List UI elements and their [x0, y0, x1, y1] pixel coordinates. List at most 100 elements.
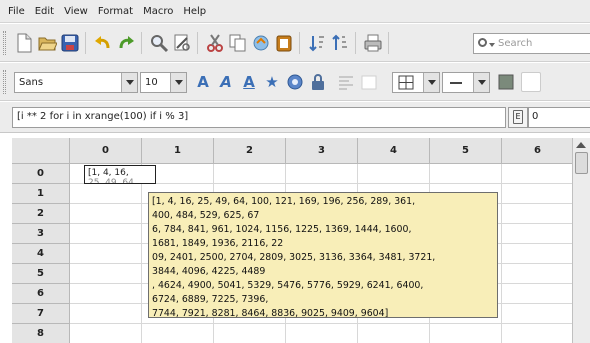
save-icon[interactable]: [60, 33, 80, 53]
align-left-icon[interactable]: [336, 72, 356, 92]
tooltip-line: 3844, 4096, 4225, 4489: [152, 266, 266, 277]
sort-ascending-icon[interactable]: [307, 33, 327, 53]
vertical-scrollbar[interactable]: [572, 138, 590, 343]
new-icon[interactable]: [14, 33, 34, 53]
toolbar-separator: [355, 32, 356, 54]
grid-cell[interactable]: [70, 244, 142, 264]
grid-corner[interactable]: [12, 138, 70, 164]
column-header[interactable]: 1: [142, 138, 214, 164]
line-style-select[interactable]: [442, 72, 490, 93]
toolbar-separator: [141, 32, 142, 54]
grid-cell[interactable]: [502, 184, 572, 204]
menu-macro[interactable]: Macro: [138, 6, 178, 17]
active-cell-text: [1, 4, 16,: [88, 168, 129, 178]
grid-cell[interactable]: [358, 324, 430, 343]
gear-icon[interactable]: [285, 72, 305, 92]
grid-cell[interactable]: [70, 184, 142, 204]
toolbar-grip[interactable]: [3, 31, 6, 55]
grid-cell[interactable]: [502, 204, 572, 224]
star-icon[interactable]: ★: [262, 72, 282, 92]
grid-cell[interactable]: [430, 324, 502, 343]
menu-format[interactable]: Format: [93, 6, 138, 17]
underline-font-icon[interactable]: A: [239, 72, 259, 92]
menu-view[interactable]: View: [59, 6, 93, 17]
copy-icon[interactable]: [228, 33, 248, 53]
italic-font-icon[interactable]: A: [216, 72, 236, 92]
column-header[interactable]: 4: [358, 138, 430, 164]
menu-edit[interactable]: Edit: [30, 6, 59, 17]
font-color-icon[interactable]: A: [193, 72, 213, 92]
formula-input[interactable]: [i ** 2 for i in xrange(100) if i % 3]: [12, 107, 506, 128]
grid-cell[interactable]: [358, 164, 430, 184]
find-replace-icon[interactable]: [172, 33, 192, 53]
align-right-icon[interactable]: [359, 72, 379, 92]
column-header[interactable]: 6: [502, 138, 572, 164]
menu-help[interactable]: Help: [178, 6, 211, 17]
scroll-up-icon[interactable]: [576, 142, 586, 148]
cell-value-tooltip: [1, 4, 16, 25, 49, 64, 100, 121, 169, 19…: [148, 192, 498, 318]
paste-special-icon[interactable]: [274, 33, 294, 53]
chevron-down-icon[interactable]: [170, 73, 186, 92]
tooltip-line: 7744, 7921, 8281, 8464, 8836, 9025, 9409…: [152, 308, 389, 318]
grid-cell[interactable]: [214, 164, 286, 184]
grid-cell[interactable]: [70, 204, 142, 224]
row-header[interactable]: 7: [12, 304, 70, 324]
chevron-down-icon[interactable]: [473, 73, 489, 92]
color-swatch[interactable]: [521, 72, 541, 92]
grid-cell[interactable]: [214, 324, 286, 343]
toolbar-grip[interactable]: [3, 70, 6, 94]
redo-icon[interactable]: [116, 33, 136, 53]
grid-cell[interactable]: [502, 164, 572, 184]
find-icon[interactable]: [149, 33, 169, 53]
row-header[interactable]: 6: [12, 284, 70, 304]
grid-cell[interactable]: [430, 164, 502, 184]
grid-cell[interactable]: [502, 224, 572, 244]
row-header[interactable]: 1: [12, 184, 70, 204]
chevron-down-icon[interactable]: [489, 43, 495, 47]
grid-cell[interactable]: [502, 244, 572, 264]
column-header[interactable]: 5: [430, 138, 502, 164]
grid-cell[interactable]: [502, 284, 572, 304]
row-header[interactable]: 5: [12, 264, 70, 284]
font-name-select[interactable]: Sans: [14, 72, 138, 93]
row-header[interactable]: 2: [12, 204, 70, 224]
tooltip-line: , 4624, 4900, 5041, 5329, 5476, 5776, 59…: [152, 280, 424, 291]
sort-descending-icon[interactable]: [330, 33, 350, 53]
row-header[interactable]: 3: [12, 224, 70, 244]
menu-file[interactable]: File: [3, 6, 30, 17]
row-header[interactable]: 8: [12, 324, 70, 343]
font-size-select[interactable]: 10: [140, 72, 187, 93]
cell-value-input[interactable]: 0: [528, 107, 590, 128]
cell-edit-button[interactable]: E: [508, 107, 528, 128]
cut-icon[interactable]: [205, 33, 225, 53]
paste-icon[interactable]: [251, 33, 271, 53]
grid-cell[interactable]: [70, 324, 142, 343]
scroll-thumb[interactable]: [575, 152, 588, 174]
search-input[interactable]: Search: [473, 33, 590, 54]
grid-cell[interactable]: [70, 224, 142, 244]
grid-cell[interactable]: [142, 324, 214, 343]
grid-cell[interactable]: [286, 324, 358, 343]
column-header[interactable]: 3: [286, 138, 358, 164]
chevron-down-icon[interactable]: [121, 73, 137, 92]
undo-icon[interactable]: [93, 33, 113, 53]
grid-cell[interactable]: [502, 264, 572, 284]
grid-cell[interactable]: [70, 264, 142, 284]
active-cell[interactable]: [1, 4, 16, 25, 49, 64: [84, 165, 156, 184]
grid-cell[interactable]: [502, 304, 572, 324]
grid-cell[interactable]: [502, 324, 572, 343]
lock-icon[interactable]: [308, 72, 328, 92]
chevron-down-icon[interactable]: [423, 73, 439, 92]
grid-cell[interactable]: [70, 304, 142, 324]
tooltip-line: [1, 4, 16, 25, 49, 64, 100, 121, 169, 19…: [152, 196, 416, 207]
borders-select[interactable]: [392, 72, 440, 93]
column-header[interactable]: 0: [70, 138, 142, 164]
open-icon[interactable]: [37, 33, 58, 53]
row-header[interactable]: 4: [12, 244, 70, 264]
grid-cell[interactable]: [286, 164, 358, 184]
print-icon[interactable]: [363, 33, 383, 53]
row-header[interactable]: 0: [12, 164, 70, 184]
grid-cell[interactable]: [70, 284, 142, 304]
fill-icon[interactable]: [496, 72, 516, 92]
column-header[interactable]: 2: [214, 138, 286, 164]
